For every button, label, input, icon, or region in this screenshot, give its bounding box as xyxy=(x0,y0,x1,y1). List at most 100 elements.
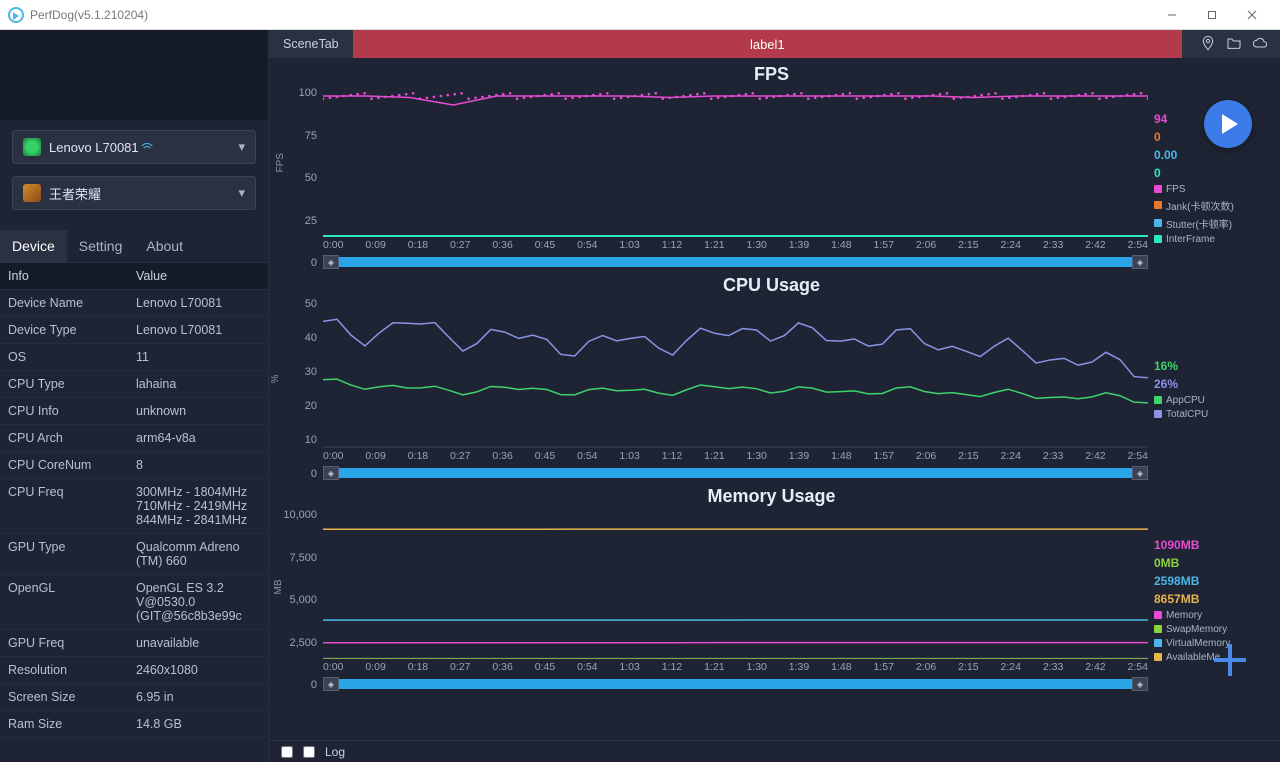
cloud-icon[interactable] xyxy=(1252,35,1268,54)
legend-swatch-icon xyxy=(1154,219,1162,227)
scrub-left-handle[interactable]: ◈ xyxy=(323,677,339,691)
cpu-y-axis: 50403020100 xyxy=(275,298,323,480)
add-chart-button[interactable] xyxy=(1210,640,1250,680)
legend-item[interactable]: Memory xyxy=(1154,610,1268,621)
info-key: GPU Type xyxy=(0,534,128,574)
info-value: 14.8 GB xyxy=(128,711,268,737)
app-selector[interactable]: 王者荣耀 ▾ xyxy=(12,176,256,210)
info-row: CPU Typelahaina xyxy=(0,371,268,398)
scene-label-bar[interactable]: label1 xyxy=(353,30,1182,58)
cpu-time-scrubber[interactable]: ◈ ◈ xyxy=(323,466,1148,480)
memory-ylabel: MB xyxy=(273,579,284,594)
info-value: OpenGL ES 3.2 V@0530.0 (GIT@56c8b3e99c xyxy=(128,575,268,629)
chevron-down-icon: ▾ xyxy=(238,139,245,155)
memory-y-axis: 10,0007,5005,0002,5000 xyxy=(275,509,323,691)
info-value: unknown xyxy=(128,398,268,424)
legend-swatch-icon xyxy=(1154,410,1162,418)
log-checkbox[interactable] xyxy=(303,746,315,758)
scrub-right-handle[interactable]: ◈ xyxy=(1132,255,1148,269)
bottom-checkbox-1[interactable] xyxy=(281,746,293,758)
tab-about[interactable]: About xyxy=(134,230,195,262)
fps-x-axis: 0:000:090:180:270:360:450:541:031:121:21… xyxy=(323,237,1148,253)
info-key: Device Name xyxy=(0,290,128,316)
legend-item[interactable]: SwapMemory xyxy=(1154,624,1268,635)
info-key: Device Type xyxy=(0,317,128,343)
info-row: CPU CoreNum8 xyxy=(0,452,268,479)
legend-item[interactable]: InterFrame xyxy=(1154,234,1268,245)
info-row: OpenGLOpenGL ES 3.2 V@0530.0 (GIT@56c8b3… xyxy=(0,575,268,630)
info-header-key: Info xyxy=(0,263,128,289)
legend-item[interactable]: Jank(卡顿次数) xyxy=(1154,198,1268,213)
tab-setting[interactable]: Setting xyxy=(67,230,135,262)
window-titlebar: PerfDog(v5.1.210204) xyxy=(0,0,1280,30)
sidebar-header-area xyxy=(0,30,268,120)
info-value: lahaina xyxy=(128,371,268,397)
legend-swatch-icon xyxy=(1154,639,1162,647)
memory-plot-area[interactable] xyxy=(323,509,1148,659)
memory-chart: Memory Usage MB 10,0007,5005,0002,5000 0… xyxy=(275,486,1268,691)
fps-chart-title: FPS xyxy=(275,64,1268,85)
scene-tab[interactable]: SceneTab xyxy=(269,30,353,58)
cpu-chart: CPU Usage % 50403020100 0:000:090:180:27… xyxy=(275,275,1268,480)
sidebar: Lenovo L70081 ▾ 王者荣耀 ▾ Device Setting Ab… xyxy=(0,30,269,762)
scrub-left-handle[interactable]: ◈ xyxy=(323,466,339,480)
connection-icon xyxy=(139,138,155,157)
info-row: Resolution2460x1080 xyxy=(0,657,268,684)
legend-item[interactable]: FPS xyxy=(1154,184,1268,195)
info-key: CPU Info xyxy=(0,398,128,424)
info-value: Qualcomm Adreno (TM) 660 xyxy=(128,534,268,574)
device-selector-label: Lenovo L70081 xyxy=(49,140,139,155)
info-value: unavailable xyxy=(128,630,268,656)
info-value: arm64-v8a xyxy=(128,425,268,451)
legend-swatch-icon xyxy=(1154,653,1162,661)
legend-item[interactable]: TotalCPU xyxy=(1154,409,1268,420)
fps-ylabel: FPS xyxy=(275,153,286,172)
location-icon[interactable] xyxy=(1200,35,1216,54)
legend-swatch-icon xyxy=(1154,625,1162,633)
info-row: GPU Frequnavailable xyxy=(0,630,268,657)
info-value: 300MHz - 1804MHz 710MHz - 2419MHz 844MHz… xyxy=(128,479,268,533)
info-row: Device NameLenovo L70081 xyxy=(0,290,268,317)
window-title: PerfDog(v5.1.210204) xyxy=(30,8,148,22)
info-table-header: Info Value xyxy=(0,263,268,290)
cpu-ylabel: % xyxy=(270,374,281,383)
memory-time-scrubber[interactable]: ◈ ◈ xyxy=(323,677,1148,691)
app-selector-label: 王者荣耀 xyxy=(49,184,101,203)
legend-swatch-icon xyxy=(1154,185,1162,193)
memory-legend: 1090MB0MB2598MB8657MBMemorySwapMemoryVir… xyxy=(1148,509,1268,691)
cpu-legend: 16%26%AppCPUTotalCPU xyxy=(1148,298,1268,480)
cpu-chart-title: CPU Usage xyxy=(275,275,1268,296)
memory-x-axis: 0:000:090:180:270:360:450:541:031:121:21… xyxy=(323,659,1148,675)
legend-item[interactable]: Stutter(卡顿率) xyxy=(1154,216,1268,231)
charts-area: FPS FPS 1007550250 0:000:090:180:270:360… xyxy=(269,58,1280,740)
cpu-plot-area[interactable] xyxy=(323,298,1148,448)
legend-swatch-icon xyxy=(1154,611,1162,619)
log-label: Log xyxy=(325,745,345,759)
device-selector[interactable]: Lenovo L70081 ▾ xyxy=(12,130,256,164)
chevron-down-icon: ▾ xyxy=(238,185,245,201)
info-row: CPU Freq300MHz - 1804MHz 710MHz - 2419MH… xyxy=(0,479,268,534)
legend-swatch-icon xyxy=(1154,201,1162,209)
scrub-right-handle[interactable]: ◈ xyxy=(1132,466,1148,480)
legend-swatch-icon xyxy=(1154,235,1162,243)
fps-y-axis: 1007550250 xyxy=(275,87,323,269)
folder-icon[interactable] xyxy=(1226,35,1242,54)
info-key: CPU Freq xyxy=(0,479,128,533)
record-play-button[interactable] xyxy=(1204,100,1252,148)
device-info-table[interactable]: Info Value Device NameLenovo L70081Devic… xyxy=(0,263,268,762)
info-row: Ram Size14.8 GB xyxy=(0,711,268,738)
window-close-button[interactable] xyxy=(1232,0,1272,30)
legend-item[interactable]: AppCPU xyxy=(1154,395,1268,406)
scrub-right-handle[interactable]: ◈ xyxy=(1132,677,1148,691)
window-maximize-button[interactable] xyxy=(1192,0,1232,30)
window-minimize-button[interactable] xyxy=(1152,0,1192,30)
tab-device[interactable]: Device xyxy=(0,230,67,262)
info-value: 2460x1080 xyxy=(128,657,268,683)
info-key: Resolution xyxy=(0,657,128,683)
info-value: Lenovo L70081 xyxy=(128,290,268,316)
fps-time-scrubber[interactable]: ◈ ◈ xyxy=(323,255,1148,269)
legend-swatch-icon xyxy=(1154,396,1162,404)
info-key: CPU Arch xyxy=(0,425,128,451)
fps-plot-area[interactable] xyxy=(323,87,1148,237)
scrub-left-handle[interactable]: ◈ xyxy=(323,255,339,269)
